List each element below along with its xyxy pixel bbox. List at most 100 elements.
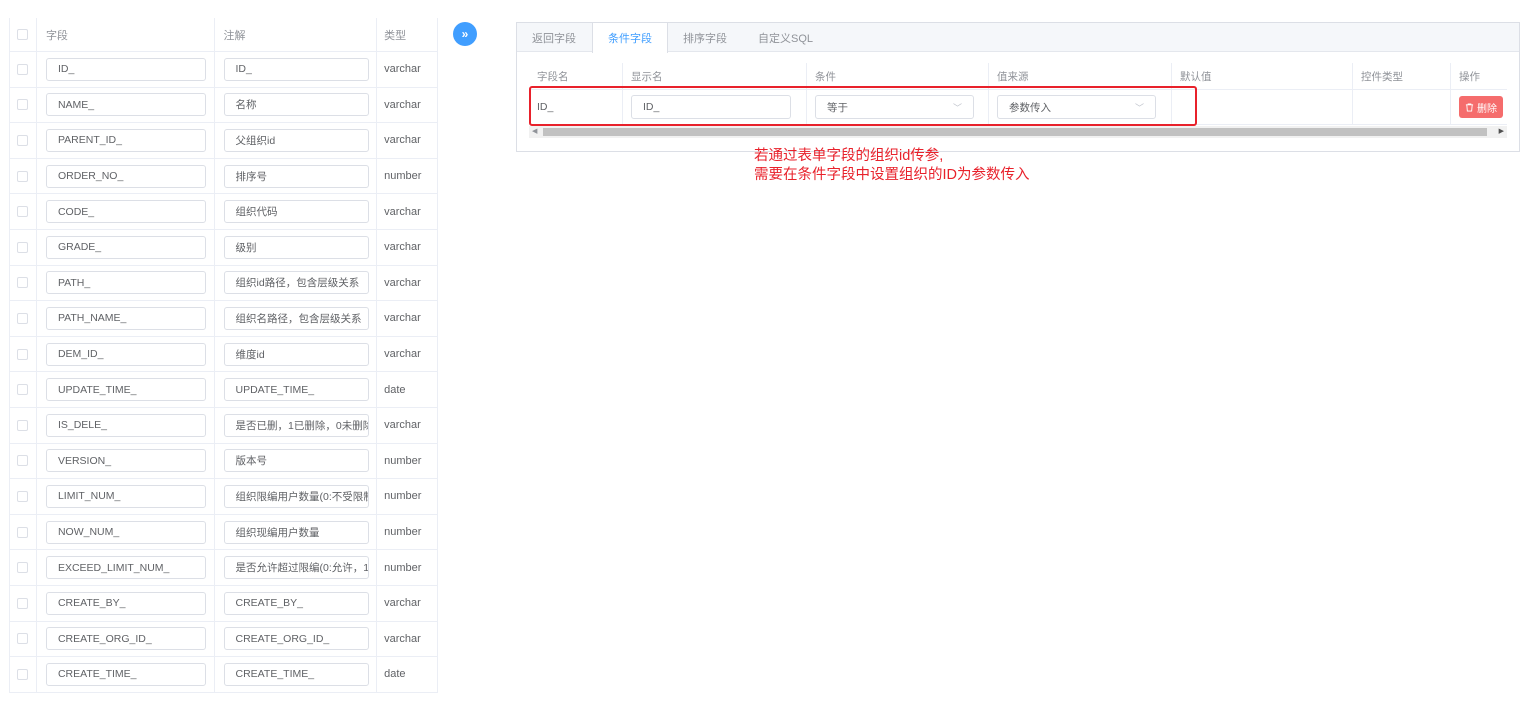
scroll-left-arrow-icon[interactable]: ◀ bbox=[532, 127, 537, 135]
row-checkbox[interactable] bbox=[17, 490, 29, 502]
field-input[interactable]: VERSION_ bbox=[45, 449, 206, 473]
table-row: GRADE_ 级别 varchar bbox=[10, 229, 439, 266]
row-checkbox-cell[interactable] bbox=[10, 158, 37, 194]
row-checkbox[interactable] bbox=[17, 384, 29, 396]
header-comment: 注解 bbox=[215, 18, 378, 51]
scrollbar-thumb[interactable] bbox=[543, 128, 1487, 136]
row-checkbox-cell[interactable] bbox=[10, 336, 37, 372]
row-checkbox-cell[interactable] bbox=[10, 87, 37, 123]
field-input[interactable]: PARENT_ID_ bbox=[45, 128, 206, 152]
table-row: ORDER_NO_ 排序号 number bbox=[10, 158, 439, 195]
field-input[interactable]: ORDER_NO_ bbox=[45, 164, 206, 188]
row-checkbox[interactable] bbox=[17, 134, 29, 146]
field-input[interactable]: CREATE_BY_ bbox=[45, 591, 206, 615]
row-checkbox[interactable] bbox=[17, 455, 29, 467]
comment-input[interactable]: 组织名路径，包含层级关系 bbox=[223, 306, 369, 330]
control-type-cell[interactable] bbox=[1353, 90, 1451, 124]
row-checkbox-cell[interactable] bbox=[10, 514, 37, 550]
comment-input[interactable]: 名称 bbox=[223, 93, 369, 117]
row-checkbox-cell[interactable] bbox=[10, 229, 37, 265]
comment-input[interactable]: CREATE_TIME_ bbox=[223, 662, 369, 686]
row-checkbox-cell[interactable] bbox=[10, 52, 37, 87]
field-input[interactable]: GRADE_ bbox=[45, 235, 206, 259]
comment-input[interactable]: UPDATE_TIME_ bbox=[223, 378, 369, 402]
field-input[interactable]: CREATE_TIME_ bbox=[45, 662, 206, 686]
collapse-button[interactable]: » bbox=[453, 22, 477, 46]
row-checkbox-cell[interactable] bbox=[10, 372, 37, 407]
comment-input[interactable]: 组织代码 bbox=[223, 200, 369, 224]
row-checkbox[interactable] bbox=[17, 277, 29, 289]
row-checkbox[interactable] bbox=[17, 419, 29, 431]
comment-cell: CREATE_ORG_ID_ bbox=[215, 621, 378, 657]
scroll-right-arrow-icon[interactable]: ▶ bbox=[1499, 127, 1504, 135]
row-checkbox-cell[interactable] bbox=[10, 301, 37, 336]
field-input[interactable]: DEM_ID_ bbox=[45, 342, 206, 366]
field-cell: IS_DELE_ bbox=[37, 407, 215, 443]
row-checkbox[interactable] bbox=[17, 206, 29, 218]
comment-input[interactable]: ID_ bbox=[223, 57, 369, 81]
field-cell: CREATE_BY_ bbox=[37, 585, 215, 621]
field-input[interactable]: CODE_ bbox=[45, 200, 206, 224]
comment-input[interactable]: 组织现编用户数量 bbox=[223, 520, 369, 544]
comment-cell: CREATE_TIME_ bbox=[215, 657, 378, 692]
comment-input[interactable]: 是否已删，1已删除，0未删除 bbox=[223, 413, 369, 437]
row-checkbox[interactable] bbox=[17, 668, 29, 680]
comment-input[interactable]: 版本号 bbox=[223, 449, 369, 473]
field-input[interactable]: UPDATE_TIME_ bbox=[45, 378, 206, 402]
field-input[interactable]: IS_DELE_ bbox=[45, 413, 206, 437]
comment-input[interactable]: 是否允许超过限编(0:允许，1:不允许) bbox=[223, 556, 369, 580]
row-checkbox[interactable] bbox=[17, 63, 29, 75]
row-checkbox-cell[interactable] bbox=[10, 621, 37, 657]
row-checkbox[interactable] bbox=[17, 526, 29, 538]
tab-return-fields[interactable]: 返回字段 bbox=[517, 23, 592, 52]
row-checkbox-cell[interactable] bbox=[10, 585, 37, 621]
table-row: VERSION_ 版本号 number bbox=[10, 443, 439, 480]
row-checkbox[interactable] bbox=[17, 99, 29, 111]
type-cell: number bbox=[377, 514, 439, 550]
field-input[interactable]: NOW_NUM_ bbox=[45, 520, 206, 544]
row-checkbox[interactable] bbox=[17, 241, 29, 253]
row-checkbox-cell[interactable] bbox=[10, 194, 37, 229]
type-cell: date bbox=[377, 372, 439, 407]
row-checkbox[interactable] bbox=[17, 348, 29, 360]
comment-cell: 组织id路径，包含层级关系 bbox=[215, 265, 378, 301]
comment-input[interactable]: 维度id bbox=[223, 342, 369, 366]
tab-sort-fields[interactable]: 排序字段 bbox=[668, 23, 743, 52]
row-checkbox-cell[interactable] bbox=[10, 657, 37, 692]
row-checkbox[interactable] bbox=[17, 597, 29, 609]
header-control-type: 控件类型 bbox=[1353, 63, 1451, 89]
row-checkbox-cell[interactable] bbox=[10, 550, 37, 585]
row-checkbox-cell[interactable] bbox=[10, 443, 37, 479]
select-all-cell[interactable] bbox=[10, 18, 37, 51]
field-input[interactable]: EXCEED_LIMIT_NUM_ bbox=[45, 556, 206, 580]
field-input[interactable]: CREATE_ORG_ID_ bbox=[45, 627, 206, 651]
horizontal-scrollbar[interactable]: ◀ ▶ bbox=[529, 126, 1507, 138]
row-checkbox[interactable] bbox=[17, 562, 29, 574]
comment-input[interactable]: 组织限编用户数量(0:不受限制) bbox=[223, 484, 369, 508]
table-row: CREATE_ORG_ID_ CREATE_ORG_ID_ varchar bbox=[10, 621, 439, 658]
tab-custom-sql[interactable]: 自定义SQL bbox=[743, 23, 829, 52]
select-all-checkbox[interactable] bbox=[17, 29, 29, 40]
field-input[interactable]: ID_ bbox=[45, 57, 206, 81]
comment-input[interactable]: CREATE_BY_ bbox=[223, 591, 369, 615]
row-checkbox[interactable] bbox=[17, 633, 29, 645]
row-checkbox[interactable] bbox=[17, 170, 29, 182]
row-checkbox[interactable] bbox=[17, 312, 29, 324]
row-checkbox-cell[interactable] bbox=[10, 123, 37, 158]
comment-input[interactable]: CREATE_ORG_ID_ bbox=[223, 627, 369, 651]
field-input[interactable]: NAME_ bbox=[45, 93, 206, 117]
delete-button[interactable]: 删除 bbox=[1459, 96, 1503, 118]
row-checkbox-cell[interactable] bbox=[10, 265, 37, 301]
comment-input[interactable]: 排序号 bbox=[223, 164, 369, 188]
comment-input[interactable]: 级别 bbox=[223, 235, 369, 259]
comment-input[interactable]: 组织id路径，包含层级关系 bbox=[223, 271, 369, 295]
row-checkbox-cell[interactable] bbox=[10, 479, 37, 514]
tab-condition-fields[interactable]: 条件字段 bbox=[592, 23, 668, 53]
row-checkbox-cell[interactable] bbox=[10, 407, 37, 443]
field-input[interactable]: PATH_NAME_ bbox=[45, 306, 206, 330]
comment-input[interactable]: 父组织id bbox=[223, 128, 369, 152]
field-input[interactable]: LIMIT_NUM_ bbox=[45, 484, 206, 508]
default-value-cell[interactable] bbox=[1172, 90, 1353, 124]
comment-cell: 排序号 bbox=[215, 158, 378, 194]
field-input[interactable]: PATH_ bbox=[45, 271, 206, 295]
